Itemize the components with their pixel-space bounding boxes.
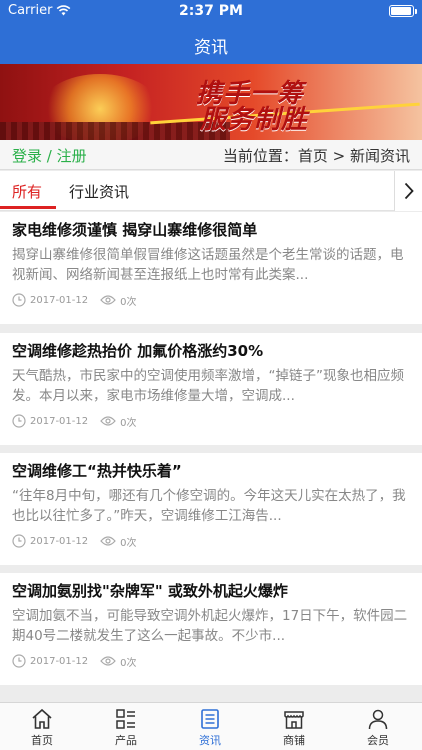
banner-slogan: 携手一筹 服务制胜 — [196, 73, 307, 135]
clock-icon — [12, 654, 26, 668]
promo-banner[interactable]: 携手一筹 服务制胜 — [0, 64, 422, 140]
eye-icon — [100, 295, 116, 305]
news-meta: 2017-01-12 0次 — [12, 413, 149, 429]
home-icon — [32, 708, 52, 729]
shop-icon — [284, 711, 304, 729]
news-views-text: 0次 — [120, 657, 137, 669]
news-views: 0次 — [100, 293, 137, 308]
tabbar-shop[interactable]: 商铺 — [252, 703, 336, 750]
battery-icon — [389, 5, 417, 17]
news-meta: 2017-01-12 0次 — [12, 533, 149, 549]
tabbar-member[interactable]: 会员 — [336, 703, 420, 750]
news-date: 2017-01-12 — [12, 654, 88, 668]
news-date: 2017-01-12 — [12, 534, 88, 548]
tabbar-news[interactable]: 资讯 — [168, 703, 252, 750]
tabbar-home-label: 首页 — [31, 734, 53, 747]
tabbar-shop-label: 商铺 — [283, 734, 305, 747]
news-icon — [201, 709, 219, 729]
status-bar: Carrier 2:37 PM — [0, 0, 422, 22]
banner-crowd-graphic — [0, 122, 230, 140]
news-title[interactable]: 空调加氨别找"杂牌军" 或致外机起火爆炸 — [12, 580, 410, 601]
banner-slogan-line2: 服务制胜 — [200, 105, 309, 135]
news-views-text: 0次 — [120, 296, 137, 308]
product-list-icon — [116, 709, 135, 729]
tabbar-news-label: 资讯 — [199, 734, 221, 747]
news-summary: 揭穿山寨维修很简单假冒维修这话题虽然是个老生常谈的话题，电视新闻、网络新闻甚至连… — [12, 247, 404, 283]
tabbar-products[interactable]: 产品 — [84, 703, 168, 750]
news-views-text: 0次 — [120, 417, 137, 429]
news-views: 0次 — [100, 534, 137, 549]
news-item[interactable]: 空调维修趁热抬价 加氟价格涨约30% 天气酷热，市民家中的空调使用频率激增，“掉… — [0, 333, 422, 445]
bottom-tab-bar: 首页 产品 资讯 商铺 会员 — [0, 702, 422, 750]
news-date: 2017-01-12 — [12, 293, 88, 307]
news-summary: 天气酷热，市民家中的空调使用频率激增，“掉链子”现象也相应频发。本月以来，家电市… — [12, 368, 404, 404]
news-date: 2017-01-12 — [12, 414, 88, 428]
clock-icon — [12, 293, 26, 307]
news-meta: 2017-01-12 0次 — [12, 292, 149, 308]
tabs-scroll-right-button[interactable] — [394, 171, 422, 211]
tab-all[interactable]: 所有 — [12, 181, 42, 202]
login-register-link[interactable]: 登录 / 注册 — [12, 145, 87, 166]
news-title[interactable]: 空调维修工“热并快乐着” — [12, 460, 410, 481]
news-item[interactable]: 家电维修须谨慎 揭穿山寨维修很简单 揭穿山寨维修很简单假冒维修这话题虽然是个老生… — [0, 212, 422, 324]
page-title: 资讯 — [194, 38, 228, 58]
news-date-text: 2017-01-12 — [30, 415, 89, 427]
eye-icon — [100, 656, 116, 666]
status-time: 2:37 PM — [179, 3, 243, 19]
news-meta: 2017-01-12 0次 — [12, 653, 149, 669]
news-item[interactable]: 空调维修工“热并快乐着” “往年8月中旬，哪还有几个修空调的。今年这天儿实在太热… — [0, 453, 422, 565]
location-bar: 登录 / 注册 当前位置：首页 > 新闻资讯 — [0, 140, 422, 170]
chevron-right-icon — [404, 182, 414, 200]
eye-icon — [100, 416, 116, 426]
tab-industry-news[interactable]: 行业资讯 — [69, 181, 129, 202]
tabbar-home[interactable]: 首页 — [0, 703, 84, 750]
news-page: Carrier 2:37 PM 资讯 携手一筹 服务制胜 登录 / 注册 当前位… — [0, 0, 422, 750]
clock-icon — [12, 414, 26, 428]
clock-icon — [12, 534, 26, 548]
tabbar-member-label: 会员 — [367, 734, 389, 747]
news-summary: 空调加氨不当，可能导致空调外机起火爆炸，17日下午，软件园二期40号二楼就发生了… — [12, 608, 408, 644]
tabbar-products-label: 产品 — [115, 734, 137, 747]
news-views: 0次 — [100, 654, 137, 669]
eye-icon — [100, 536, 116, 546]
active-tab-indicator — [0, 206, 56, 209]
breadcrumb: 当前位置：首页 > 新闻资讯 — [222, 147, 410, 165]
news-date-text: 2017-01-12 — [30, 655, 89, 667]
news-item[interactable]: 空调加氨别找"杂牌军" 或致外机起火爆炸 空调加氨不当，可能导致空调外机起火爆炸… — [0, 573, 422, 685]
news-summary: “往年8月中旬，哪还有几个修空调的。今年这天儿实在太热了，我也比以往忙多了。”昨… — [12, 488, 406, 524]
news-views-text: 0次 — [120, 537, 137, 549]
news-title[interactable]: 家电维修须谨慎 揭穿山寨维修很简单 — [12, 219, 410, 240]
app-header: Carrier 2:37 PM 资讯 — [0, 0, 422, 64]
news-date-text: 2017-01-12 — [30, 294, 89, 306]
category-tabs: 所有 行业资讯 — [0, 171, 422, 211]
member-icon — [368, 709, 388, 730]
news-views: 0次 — [100, 414, 137, 429]
news-title[interactable]: 空调维修趁热抬价 加氟价格涨约30% — [12, 340, 410, 361]
news-date-text: 2017-01-12 — [30, 535, 89, 547]
